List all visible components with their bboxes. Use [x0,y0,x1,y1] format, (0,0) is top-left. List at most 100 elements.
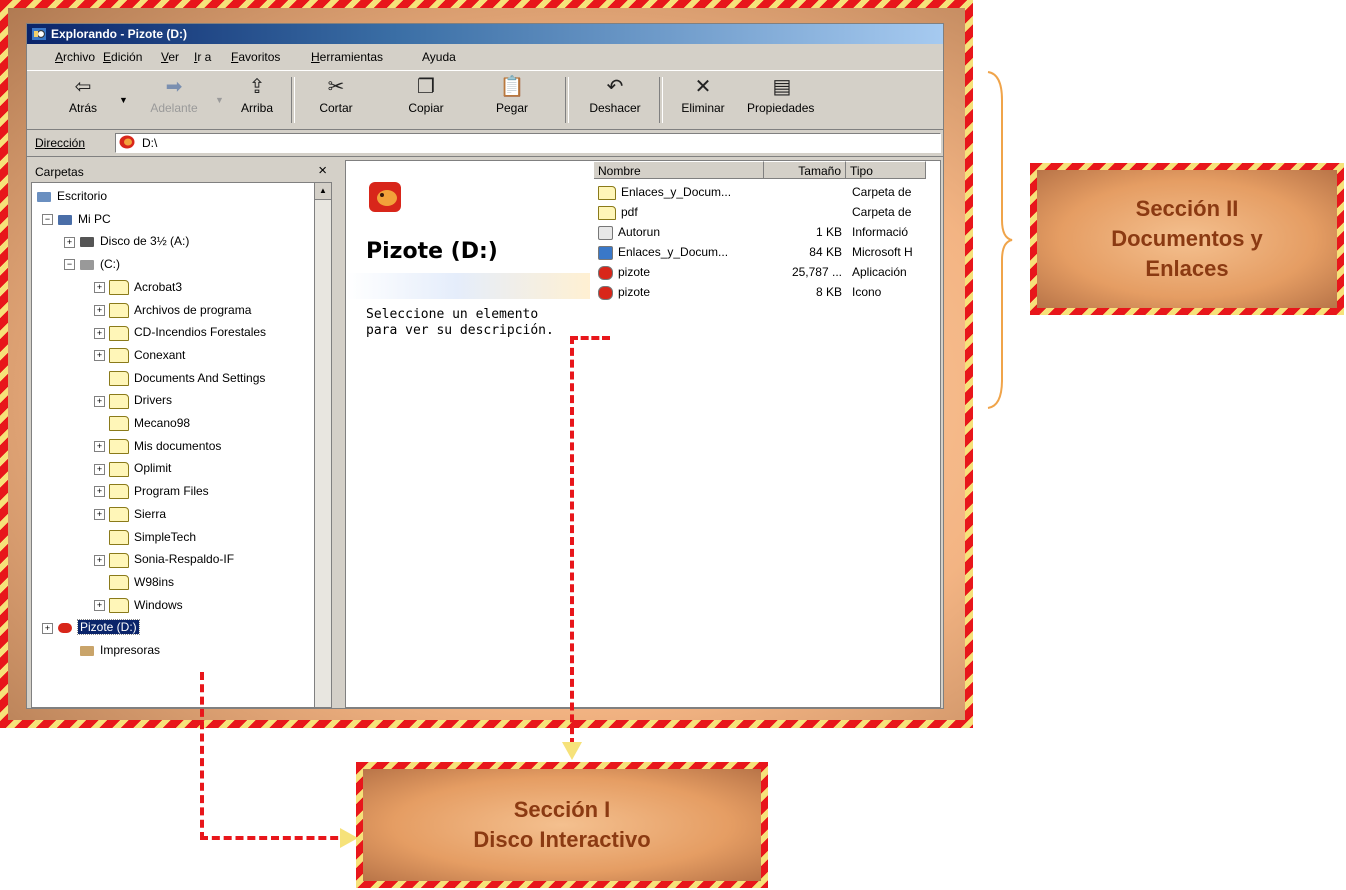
file-size: 84 KB [809,245,842,259]
tree-item[interactable]: Impresoras [64,639,160,661]
file-type: Aplicación [852,265,907,279]
properties-button[interactable]: ▤ Propiedades [747,75,837,125]
folder-icon [109,461,129,477]
expand-icon[interactable]: + [94,282,105,294]
expand-icon[interactable]: + [94,554,105,566]
content-pane: Pizote (D:) Seleccione un elemento para … [345,160,941,708]
delete-button[interactable]: ✕ Eliminar [671,75,735,125]
expand-icon[interactable]: + [94,463,105,475]
tree-item[interactable]: W98ins [94,571,174,593]
tree-item[interactable]: + CD-Incendios Forestales [94,321,266,343]
curly-brace [987,71,1013,409]
expand-icon[interactable]: + [94,350,105,362]
folder-icon [109,529,129,545]
expand-icon[interactable]: + [42,622,53,634]
tree-scrollbar[interactable]: ▲ [314,182,332,708]
tree-item[interactable]: + Program Files [94,480,209,502]
menu-herramientas[interactable]: Herramientas [311,50,383,64]
scroll-up-icon[interactable]: ▲ [315,183,331,200]
tree-item[interactable]: + Sierra [94,503,166,525]
column-type[interactable]: Tipo [846,161,926,179]
tree-item[interactable]: + Acrobat3 [94,276,182,298]
file-row[interactable]: pizote 25,787 ... Aplicación [594,263,940,281]
expand-icon [94,532,105,543]
address-input[interactable]: D:\ [115,133,941,153]
desktop-icon [37,191,51,202]
expand-icon[interactable]: + [94,486,105,498]
file-row[interactable]: Autorun 1 KB Informació [594,223,940,241]
forward-button[interactable]: ➡ Adelante [139,75,209,125]
tree-item[interactable]: + Sonia-Respaldo-IF [94,548,234,570]
file-name: pdf [621,205,638,219]
expand-icon[interactable]: + [64,236,75,248]
menu-archivo[interactable]: Archivo [55,50,95,64]
tree-item[interactable]: − Mi PC [42,208,111,230]
tree-item[interactable]: + Conexant [94,344,185,366]
file-row[interactable]: Enlaces_y_Docum... 84 KB Microsoft H [594,243,940,261]
address-value: D:\ [142,136,158,150]
back-dropdown-icon[interactable]: ▼ [119,95,128,105]
tree-item[interactable]: Documents And Settings [94,367,265,389]
tree-item[interactable]: Mecano98 [94,412,190,434]
undo-button[interactable]: ↶ Deshacer [579,75,651,125]
tree-item[interactable]: + Archivos de programa [94,299,251,321]
tree-item[interactable]: − (C:) [64,253,120,275]
folder-icon [109,370,129,386]
expand-icon[interactable]: + [94,441,105,453]
folder-icon [109,280,129,296]
pizote-icon [598,285,613,300]
folder-up-icon: ⇪ [248,76,266,98]
menu-ver[interactable]: Ver [161,50,179,64]
copy-button[interactable]: ❐ Copiar [401,75,451,125]
expand-icon[interactable]: + [94,509,105,521]
tree-item[interactable]: + Oplimit [94,457,171,479]
menu-favoritos[interactable]: Favoritos [231,50,280,64]
menu-ir-a[interactable]: Ir a [194,50,211,64]
tree-item[interactable]: + Pizote (D:) [42,616,140,638]
forward-dropdown-icon[interactable]: ▼ [215,95,224,105]
expand-icon[interactable]: + [94,395,105,407]
tree-item[interactable]: SimpleTech [94,526,196,548]
menu-edicion[interactable]: Edición [103,50,142,64]
tree-item[interactable]: + Disco de 3½ (A:) [64,230,189,252]
file-row[interactable]: pdf Carpeta de [594,203,940,221]
file-row[interactable]: Enlaces_y_Docum... Carpeta de [594,183,940,201]
menu-ayuda[interactable]: Ayuda [422,50,456,64]
column-name[interactable]: Nombre [594,161,764,179]
folders-header: Carpetas × [31,160,331,182]
collapse-icon[interactable]: − [42,214,53,226]
expand-icon[interactable]: + [94,599,105,611]
tree-item-label: Escritorio [57,189,108,203]
tree-item[interactable]: + Drivers [94,389,172,411]
file-type: Carpeta de [852,185,912,199]
tree-item[interactable]: Escritorio [36,185,107,207]
paste-button[interactable]: 📋 Pegar [487,75,537,125]
folder-icon [109,325,129,341]
tree-item-label: CD-Incendios Forestales [134,325,267,340]
arrowhead-icon [340,828,358,848]
tree-item-label: Pizote (D:) [77,619,140,636]
tree-item-label: Mis documentos [134,438,222,453]
close-icon[interactable]: × [318,162,327,179]
back-button[interactable]: ⇦ Atrás [63,75,103,125]
file-size: 25,787 ... [791,265,842,279]
title-bar[interactable]: Explorando - Pizote (D:) [27,24,943,44]
file-type: Microsoft H [852,245,913,259]
back-arrow-icon: ⇦ [74,76,92,98]
cut-button[interactable]: ✂ Cortar [311,75,361,125]
tree-item[interactable]: + Windows [94,594,183,616]
tree-item-label: (C:) [100,257,120,272]
callout-line: Disco Interactivo [473,827,651,852]
expand-icon[interactable]: + [94,327,105,339]
tree-item[interactable]: + Mis documentos [94,435,221,457]
tree-item-label: SimpleTech [134,529,197,544]
pizote-icon [598,265,613,280]
column-size[interactable]: Tamaño [764,161,846,179]
standard-toolbar: ⇦ Atrás ▼ ➡ Adelante ▼ ⇪ Arriba ✂ Cortar… [27,70,943,130]
collapse-icon[interactable]: − [64,259,75,271]
expand-icon[interactable]: + [94,304,105,316]
file-row[interactable]: pizote 8 KB Icono [594,283,940,301]
up-button[interactable]: ⇪ Arriba [232,75,282,125]
undo-icon: ↶ [606,76,624,98]
clipboard-icon: 📋 [499,76,525,98]
